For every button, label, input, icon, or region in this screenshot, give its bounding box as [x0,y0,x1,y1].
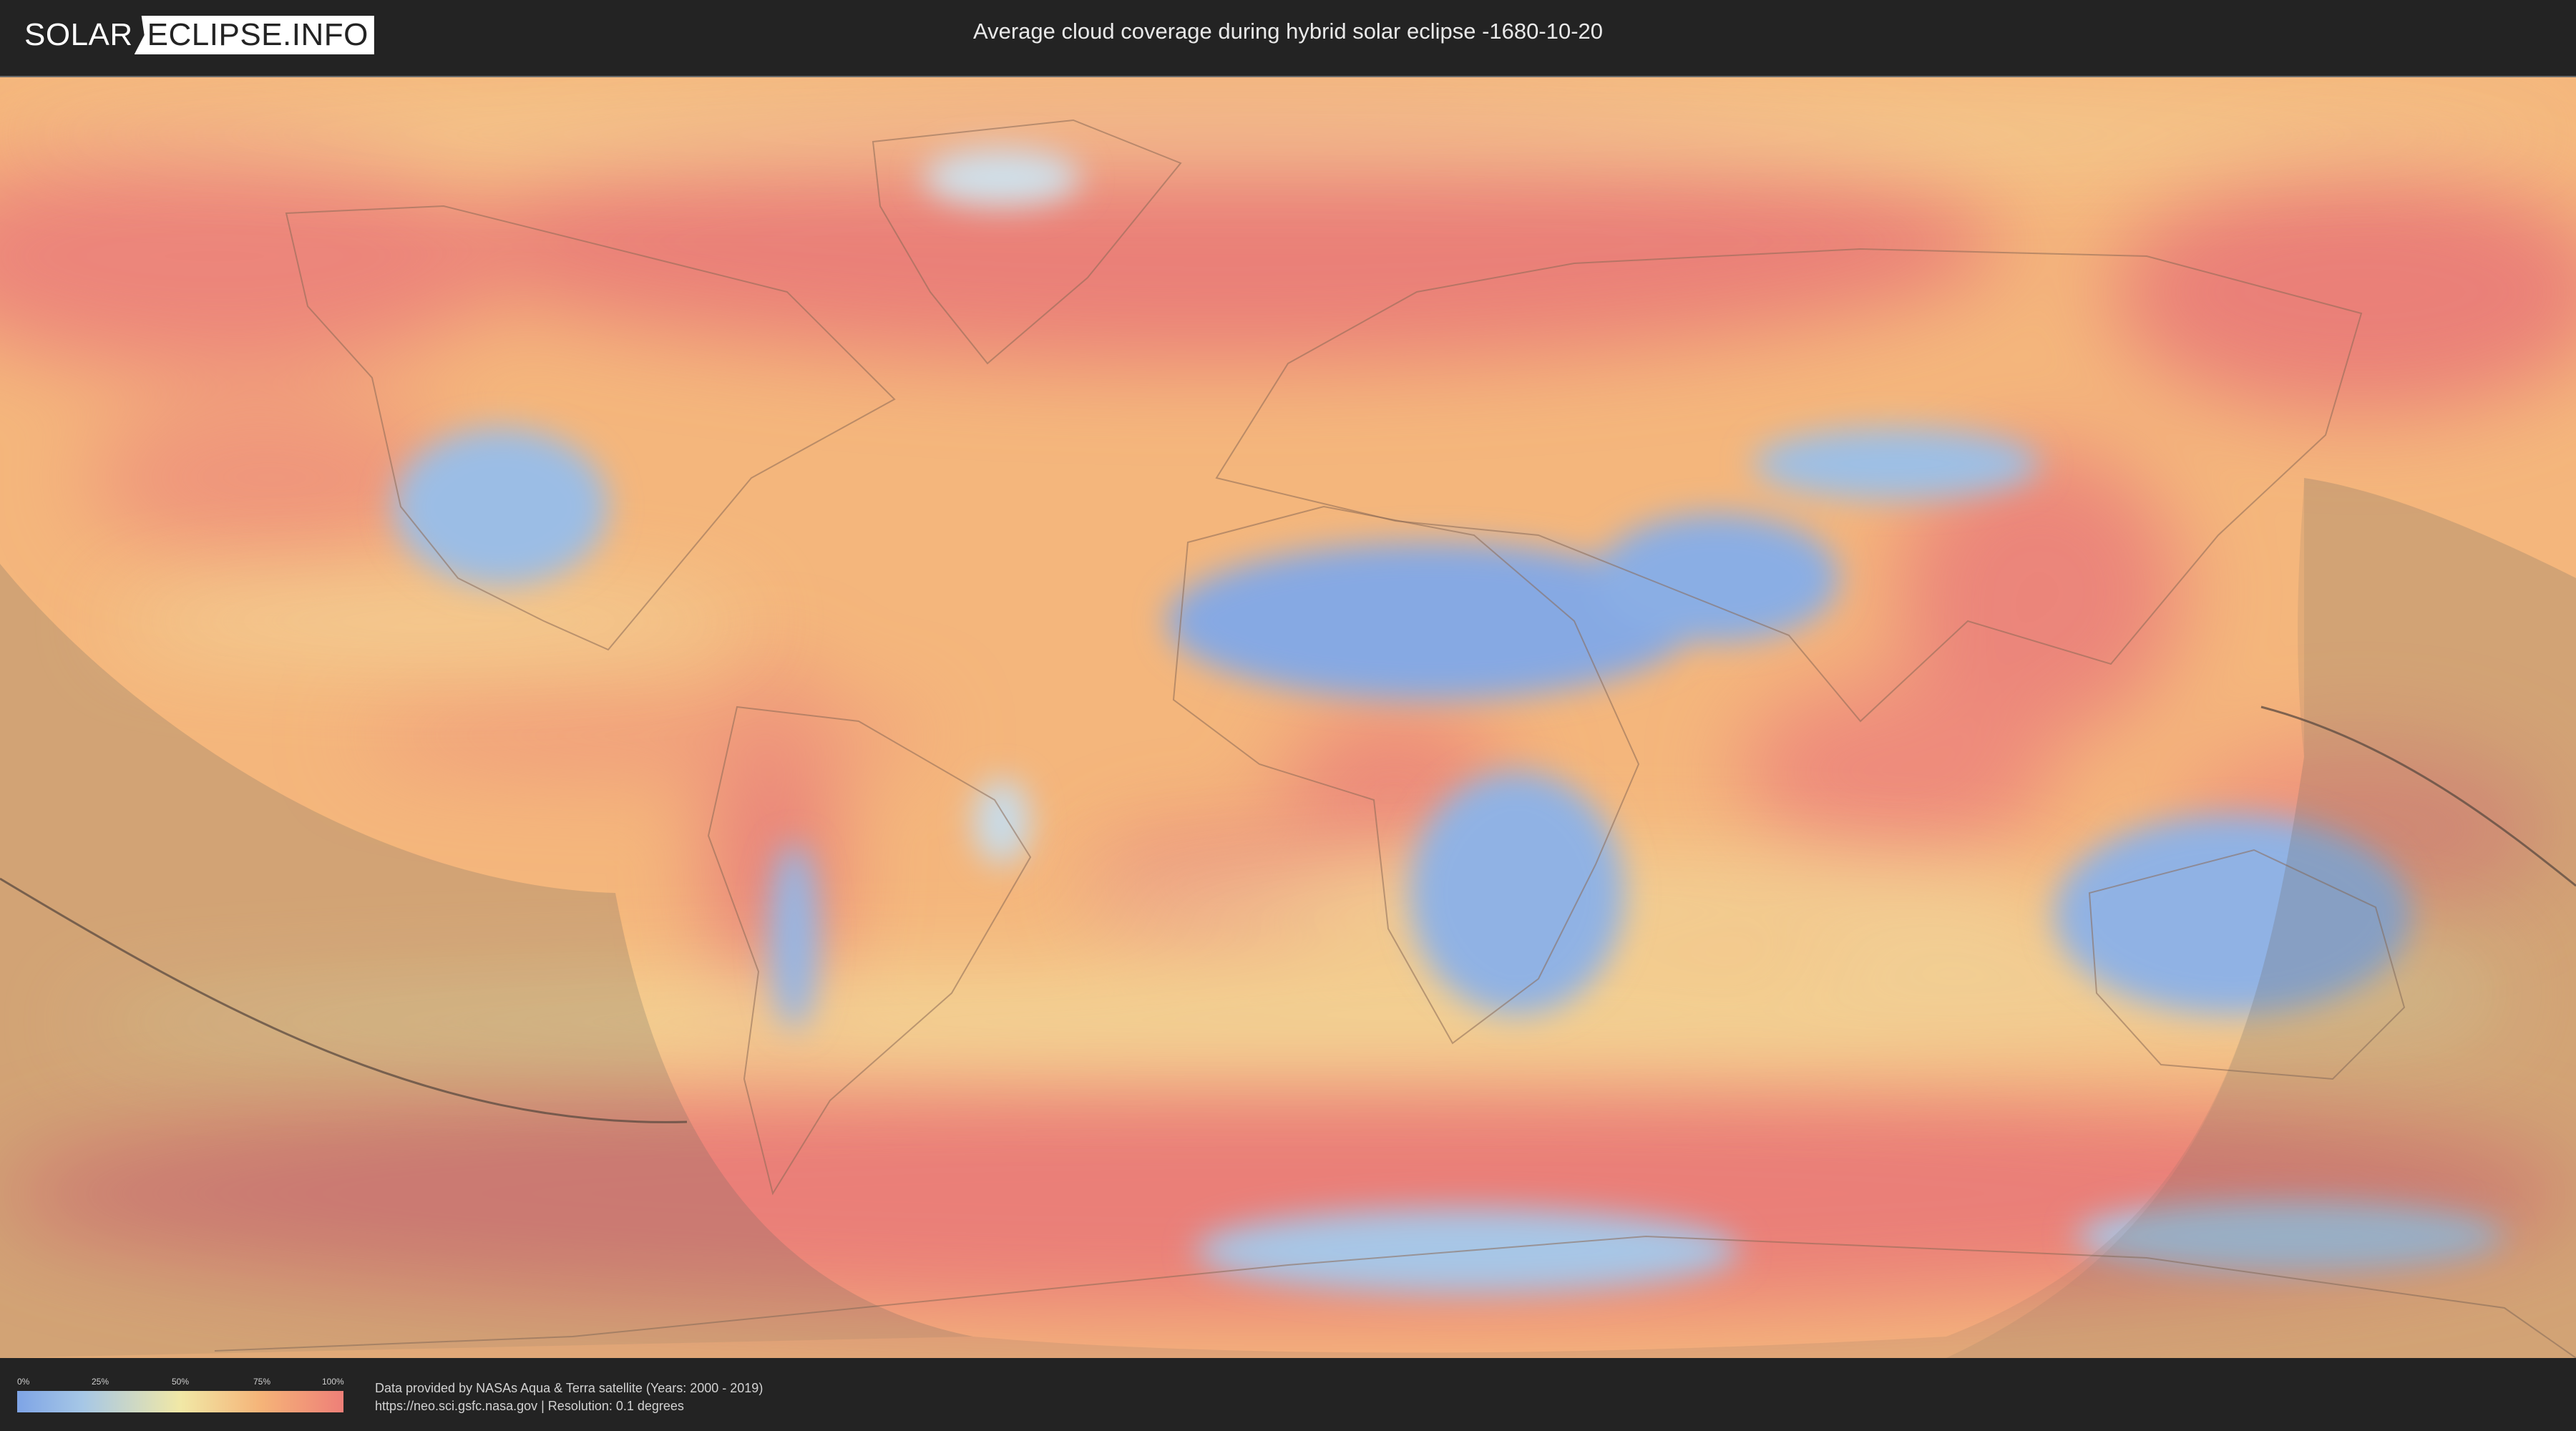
cloud-coverage-map[interactable] [0,76,2576,1358]
data-credit: Data provided by NASAs Aqua & Terra sate… [375,1379,763,1415]
data-url-text[interactable]: https://neo.sci.gsfc.nasa.gov | Resoluti… [375,1397,763,1415]
legend-tick-75: 75% [253,1377,271,1387]
legend-tick-100: 100% [322,1377,344,1387]
legend-tick-50: 50% [172,1377,190,1387]
footer-bar: 0% 25% 50% 75% 100% Data provided by NAS… [0,1359,2576,1431]
legend-color-bar [17,1391,343,1412]
cloud-coverage-legend: 0% 25% 50% 75% 100% [17,1377,344,1414]
data-source-text: Data provided by NASAs Aqua & Terra sate… [375,1381,763,1395]
page-title: Average cloud coverage during hybrid sol… [972,19,1604,44]
legend-tick-25: 25% [92,1377,109,1387]
legend-tick-0: 0% [17,1377,30,1387]
header-bar: SOLAR ECLIPSE.INFO Average cloud coverag… [0,0,2576,72]
world-map-svg[interactable] [0,77,2576,1358]
